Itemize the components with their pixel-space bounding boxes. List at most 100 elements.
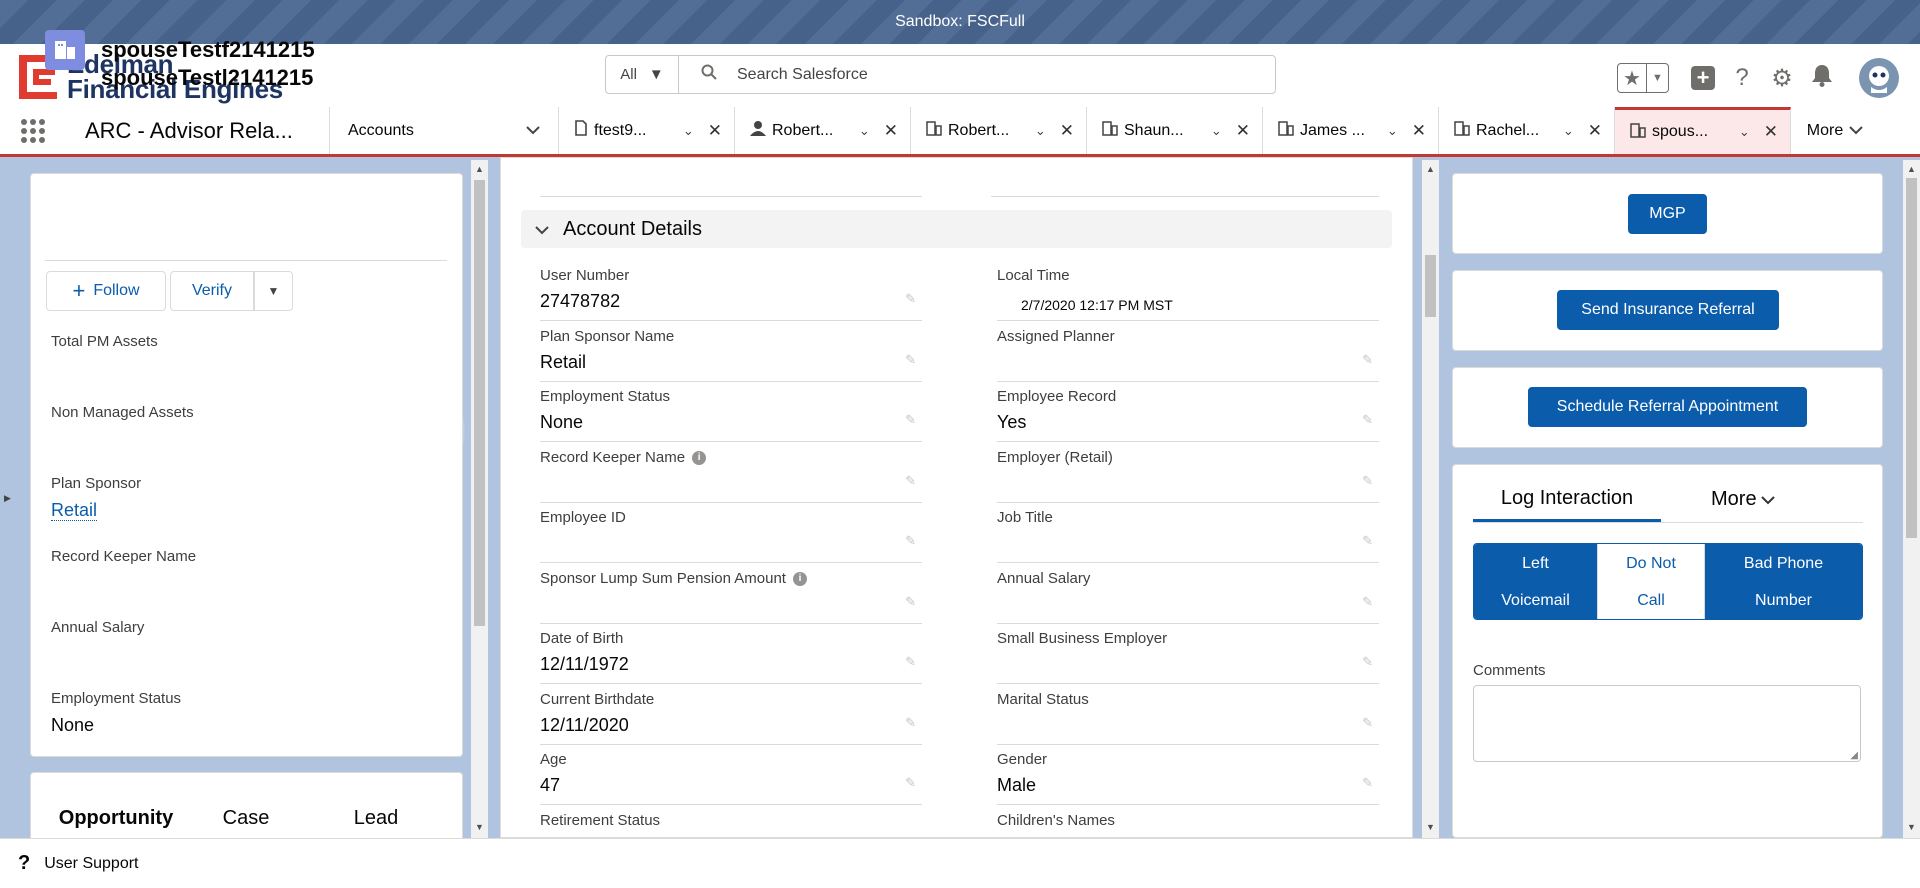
detail-field: Employment Status None ✎ <box>540 382 922 442</box>
detail-field: Assigned Planner ✎ <box>997 322 1379 382</box>
edit-pencil-icon[interactable]: ✎ <box>905 654 916 670</box>
scrollbar-thumb[interactable] <box>474 180 485 626</box>
resize-handle-icon[interactable]: ◢ <box>1850 750 1858 761</box>
help-icon[interactable]: ? <box>1729 64 1755 92</box>
workspace-tab-active[interactable]: spous... ⌄ ✕ <box>1615 107 1791 154</box>
verify-button[interactable]: Verify <box>170 271 254 311</box>
close-icon[interactable]: ✕ <box>1412 121 1426 141</box>
chevron-down-icon[interactable]: ⌄ <box>1387 123 1398 139</box>
edit-pencil-icon[interactable]: ✎ <box>905 412 916 428</box>
edit-pencil-icon[interactable]: ✎ <box>1362 775 1373 791</box>
edit-pencil-icon[interactable]: ✎ <box>905 473 916 489</box>
account-details-section-header[interactable]: Account Details <box>521 210 1392 248</box>
comments-textarea[interactable]: ◢ <box>1473 685 1861 762</box>
favorites-button[interactable]: ★ ▼ <box>1617 63 1669 93</box>
close-icon[interactable]: ✕ <box>1236 121 1250 141</box>
global-actions-add-icon[interactable]: + <box>1691 65 1715 90</box>
field-label: Job Title <box>997 509 1053 526</box>
tab-log-interaction[interactable]: Log Interaction <box>1473 477 1661 522</box>
search-placeholder: Search Salesforce <box>737 65 868 83</box>
workspace-tab[interactable]: Robert... ⌄ ✕ <box>911 107 1087 154</box>
close-icon[interactable]: ✕ <box>708 121 722 141</box>
favorites-list-chevron-icon[interactable]: ▼ <box>1647 64 1668 92</box>
plan-sponsor-link-text[interactable]: Retail <box>51 500 98 521</box>
field-label: Sponsor Lump Sum Pension Amount i <box>540 570 807 587</box>
edit-pencil-icon[interactable]: ✎ <box>905 715 916 731</box>
edit-pencil-icon[interactable]: ✎ <box>905 775 916 791</box>
nav-item-accounts[interactable]: Accounts <box>330 107 559 154</box>
scroll-up-arrow-icon[interactable]: ▲ <box>1903 164 1920 174</box>
workspace-tab[interactable]: Shaun... ⌄ ✕ <box>1087 107 1263 154</box>
chevron-down-icon[interactable]: ⌄ <box>859 123 870 139</box>
workspace-tab[interactable]: Rachel... ⌄ ✕ <box>1439 107 1615 154</box>
global-search: All ▼ Search Salesforce <box>605 55 1276 94</box>
scroll-up-arrow-icon[interactable]: ▲ <box>471 164 488 174</box>
scroll-down-arrow-icon[interactable]: ▼ <box>471 822 488 832</box>
field-value: 47 <box>540 775 561 795</box>
close-icon[interactable]: ✕ <box>1588 121 1602 141</box>
detail-field: Employee Record Yes ✎ <box>997 382 1379 442</box>
do-not-call-button[interactable]: Do Not Call <box>1597 544 1705 619</box>
plan-sponsor-link[interactable]: Retail <box>51 500 98 521</box>
chevron-down-icon[interactable] <box>526 122 540 140</box>
header-icons: ★ ▼ + ? ⚙ <box>1617 58 1899 98</box>
tab-case[interactable]: Case <box>181 807 311 842</box>
edit-pencil-icon[interactable]: ✎ <box>1362 352 1373 368</box>
scrollbar-thumb[interactable] <box>1906 178 1917 538</box>
info-icon[interactable]: i <box>692 450 707 465</box>
close-icon[interactable]: ✕ <box>884 121 898 141</box>
schedule-referral-appointment-button[interactable]: Schedule Referral Appointment <box>1528 387 1807 427</box>
chevron-down-icon[interactable]: ⌄ <box>1739 124 1750 140</box>
tab-lead[interactable]: Lead <box>311 807 441 842</box>
chevron-down-icon[interactable]: ⌄ <box>1035 123 1046 139</box>
user-avatar[interactable] <box>1859 58 1899 98</box>
setup-gear-icon[interactable]: ⚙ <box>1769 64 1795 93</box>
chevron-down-icon[interactable]: ⌄ <box>1563 123 1574 139</box>
chevron-down-icon[interactable]: ⌄ <box>1211 123 1222 139</box>
scroll-up-arrow-icon[interactable]: ▲ <box>1422 164 1439 174</box>
workspace-tab[interactable]: Robert... ⌄ ✕ <box>735 107 911 154</box>
edit-pencil-icon[interactable]: ✎ <box>1362 715 1373 731</box>
field-label-text: Assigned Planner <box>997 328 1115 345</box>
edit-pencil-icon[interactable]: ✎ <box>1362 412 1373 428</box>
workspace-tab[interactable]: ftest9... ⌄ ✕ <box>559 107 735 154</box>
mgp-button[interactable]: MGP <box>1628 194 1707 234</box>
panel-toggle-arrow-icon[interactable]: ▶ <box>4 493 11 504</box>
close-icon[interactable]: ✕ <box>1764 122 1778 142</box>
info-icon[interactable]: i <box>792 571 807 586</box>
bad-phone-number-button[interactable]: Bad Phone Number <box>1705 544 1862 619</box>
field-label: Local Time <box>997 267 1070 284</box>
app-launcher-waffle-icon[interactable] <box>0 107 66 154</box>
more-tabs-menu[interactable]: More <box>1791 107 1879 154</box>
edit-pencil-icon[interactable]: ✎ <box>1362 533 1373 549</box>
scrollbar-thumb[interactable] <box>1425 255 1436 317</box>
edit-pencil-icon[interactable]: ✎ <box>905 594 916 610</box>
edit-pencil-icon[interactable]: ✎ <box>905 352 916 368</box>
user-support-item[interactable]: User Support <box>44 855 138 873</box>
notifications-bell-icon[interactable] <box>1809 63 1835 94</box>
scroll-down-arrow-icon[interactable]: ▼ <box>1903 822 1920 832</box>
workspace-tab[interactable]: James ... ⌄ ✕ <box>1263 107 1439 154</box>
right-panel-scrollbar[interactable]: ▲ ▼ <box>1903 160 1920 838</box>
chevron-down-icon[interactable]: ⌄ <box>683 123 694 139</box>
send-insurance-referral-button[interactable]: Send Insurance Referral <box>1557 290 1779 330</box>
left-panel-scrollbar[interactable]: ▲ ▼ <box>471 160 488 838</box>
tab-opportunity[interactable]: Opportunity <box>51 807 181 842</box>
actions-dropdown-button[interactable]: ▼ <box>254 271 293 311</box>
tab-more[interactable]: More <box>1711 477 1775 522</box>
field-value: Male <box>997 775 1037 795</box>
edit-pencil-icon[interactable]: ✎ <box>905 291 916 307</box>
edit-pencil-icon[interactable]: ✎ <box>1362 473 1373 489</box>
edit-pencil-icon[interactable]: ✎ <box>1362 594 1373 610</box>
field-label: Employee ID <box>540 509 626 526</box>
scroll-down-arrow-icon[interactable]: ▼ <box>1422 822 1439 832</box>
search-input[interactable]: Search Salesforce <box>679 56 1275 93</box>
edit-pencil-icon[interactable]: ✎ <box>905 533 916 549</box>
edit-pencil-icon[interactable]: ✎ <box>1362 654 1373 670</box>
close-icon[interactable]: ✕ <box>1060 121 1074 141</box>
detail-panel-scrollbar[interactable]: ▲ ▼ <box>1422 160 1439 838</box>
follow-button[interactable]: + Follow <box>46 271 166 311</box>
search-scope-dropdown[interactable]: All ▼ <box>606 56 679 93</box>
left-voicemail-button[interactable]: Left Voicemail <box>1474 544 1597 619</box>
nav-item-accounts-label: Accounts <box>348 121 414 139</box>
